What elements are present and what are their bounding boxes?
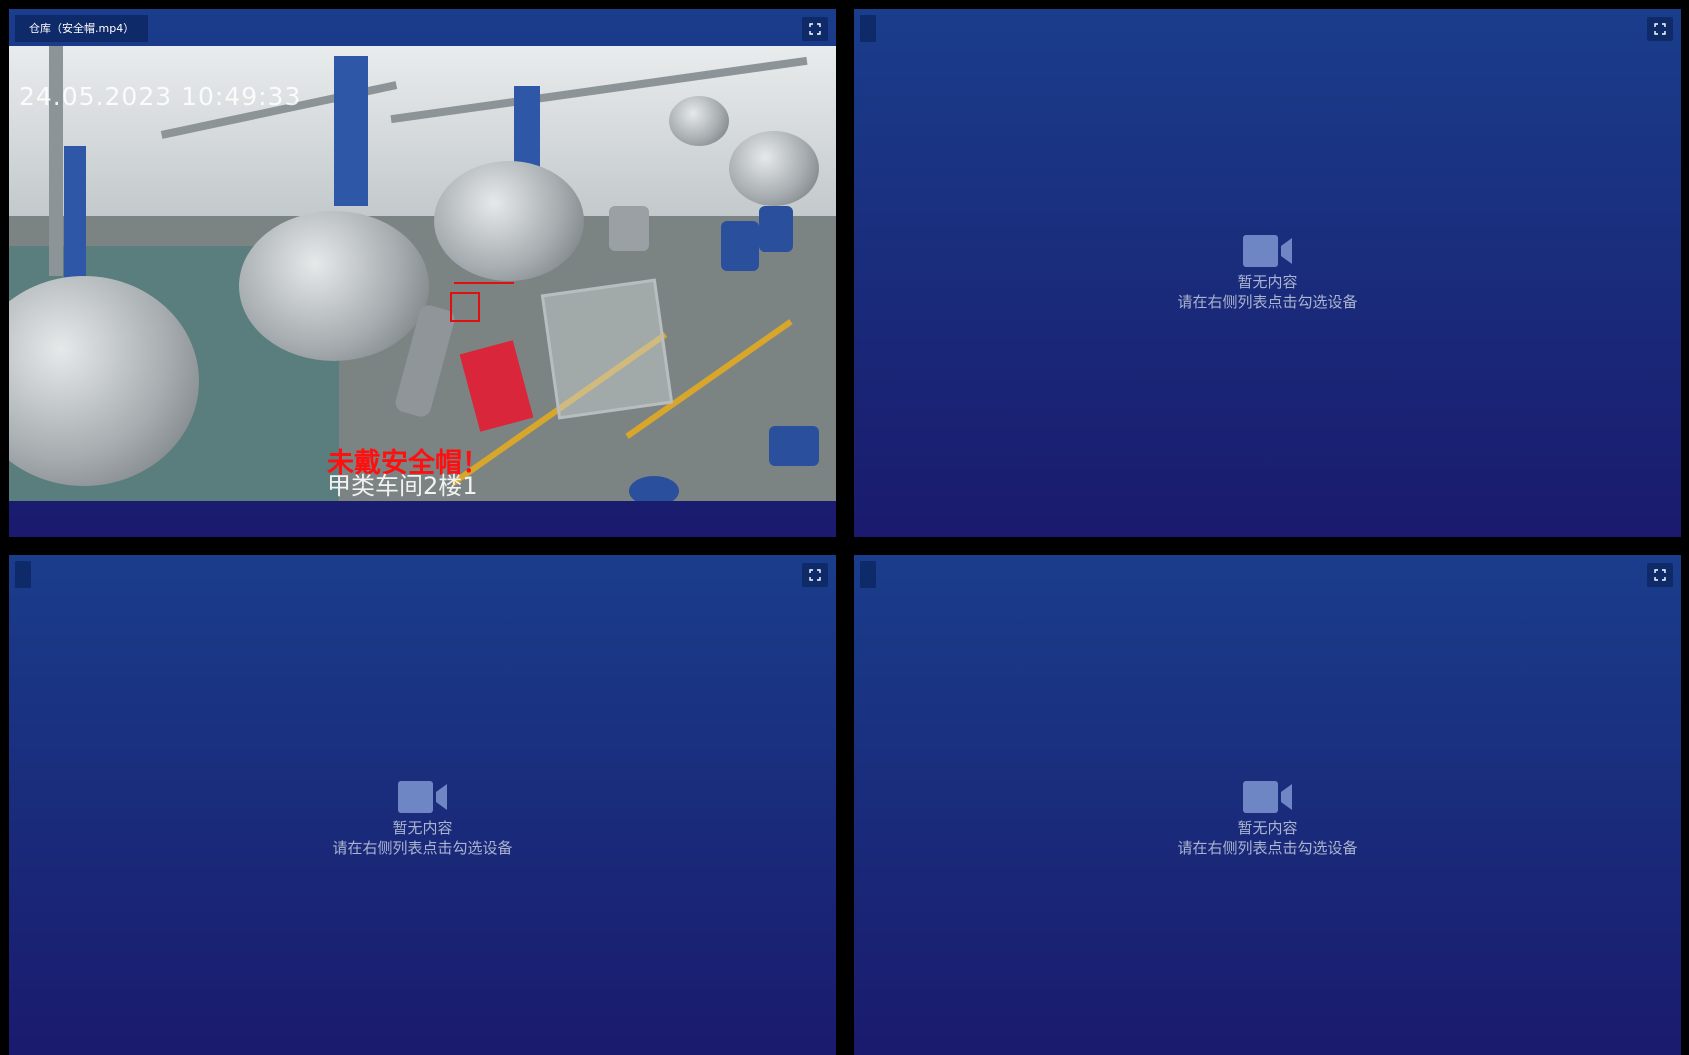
panel-title-tab[interactable] [15,561,31,588]
panel-title-tab[interactable] [860,15,876,42]
fullscreen-button[interactable] [1647,563,1673,587]
scene-tank [729,131,819,206]
scene-drum [769,426,819,466]
video-camera-icon [397,781,447,813]
placeholder-line1: 暂无内容 [1237,273,1298,291]
empty-placeholder: 暂无内容 请在右侧列表点击勾选设备 [9,780,836,858]
video-camera-icon [1242,781,1292,813]
scene-drum [629,476,679,501]
scene-tank [434,161,584,281]
video-camera-icon [1242,235,1292,267]
placeholder-line1: 暂无内容 [392,819,453,837]
panel-title-tab[interactable]: 仓库（安全帽.mp4） [15,15,149,42]
fullscreen-icon [1654,569,1666,581]
video-panel-2[interactable]: 暂无内容 请在右侧列表点击勾选设备 [854,9,1681,537]
panel-title-tab[interactable] [860,561,876,588]
empty-placeholder: 暂无内容 请在右侧列表点击勾选设备 [854,234,1681,312]
video-frame[interactable]: 24.05.2023 10:49:33 未戴安全帽！ 甲类车间2楼1 [9,46,836,501]
fullscreen-icon [809,569,821,581]
fullscreen-button[interactable] [802,563,828,587]
fullscreen-button[interactable] [802,17,828,41]
scene-ibc-container [540,278,674,420]
scene-drum [721,221,759,271]
video-panel-1[interactable]: 仓库（安全帽.mp4） 24.05.2023 10:49:33 未戴安全帽！ 甲… [9,9,836,537]
fullscreen-icon [1654,23,1666,35]
placeholder-line1: 暂无内容 [1237,819,1298,837]
scene-pipe [49,46,63,276]
scene-tank [669,96,729,146]
location-text: 甲类车间2楼1 [327,472,478,500]
video-panel-4[interactable]: 暂无内容 请在右侧列表点击勾选设备 [854,555,1681,1055]
scene-tank [239,211,429,361]
scene-blue-column [334,56,368,206]
scene-drum [759,206,793,252]
fullscreen-button[interactable] [1647,17,1673,41]
detection-box [450,292,480,322]
fullscreen-icon [809,23,821,35]
video-grid: 仓库（安全帽.mp4） 24.05.2023 10:49:33 未戴安全帽！ 甲… [0,0,1689,1055]
empty-placeholder: 暂无内容 请在右侧列表点击勾选设备 [854,780,1681,858]
scene-drum [609,206,649,251]
placeholder-line2: 请在右侧列表点击勾选设备 [1177,293,1358,311]
placeholder-line2: 请在右侧列表点击勾选设备 [332,839,513,857]
detection-label-bar [454,282,514,284]
placeholder-line2: 请在右侧列表点击勾选设备 [1177,839,1358,857]
scene-blue-column [64,146,86,286]
video-timestamp: 24.05.2023 10:49:33 [19,82,302,111]
video-panel-3[interactable]: 暂无内容 请在右侧列表点击勾选设备 [9,555,836,1055]
